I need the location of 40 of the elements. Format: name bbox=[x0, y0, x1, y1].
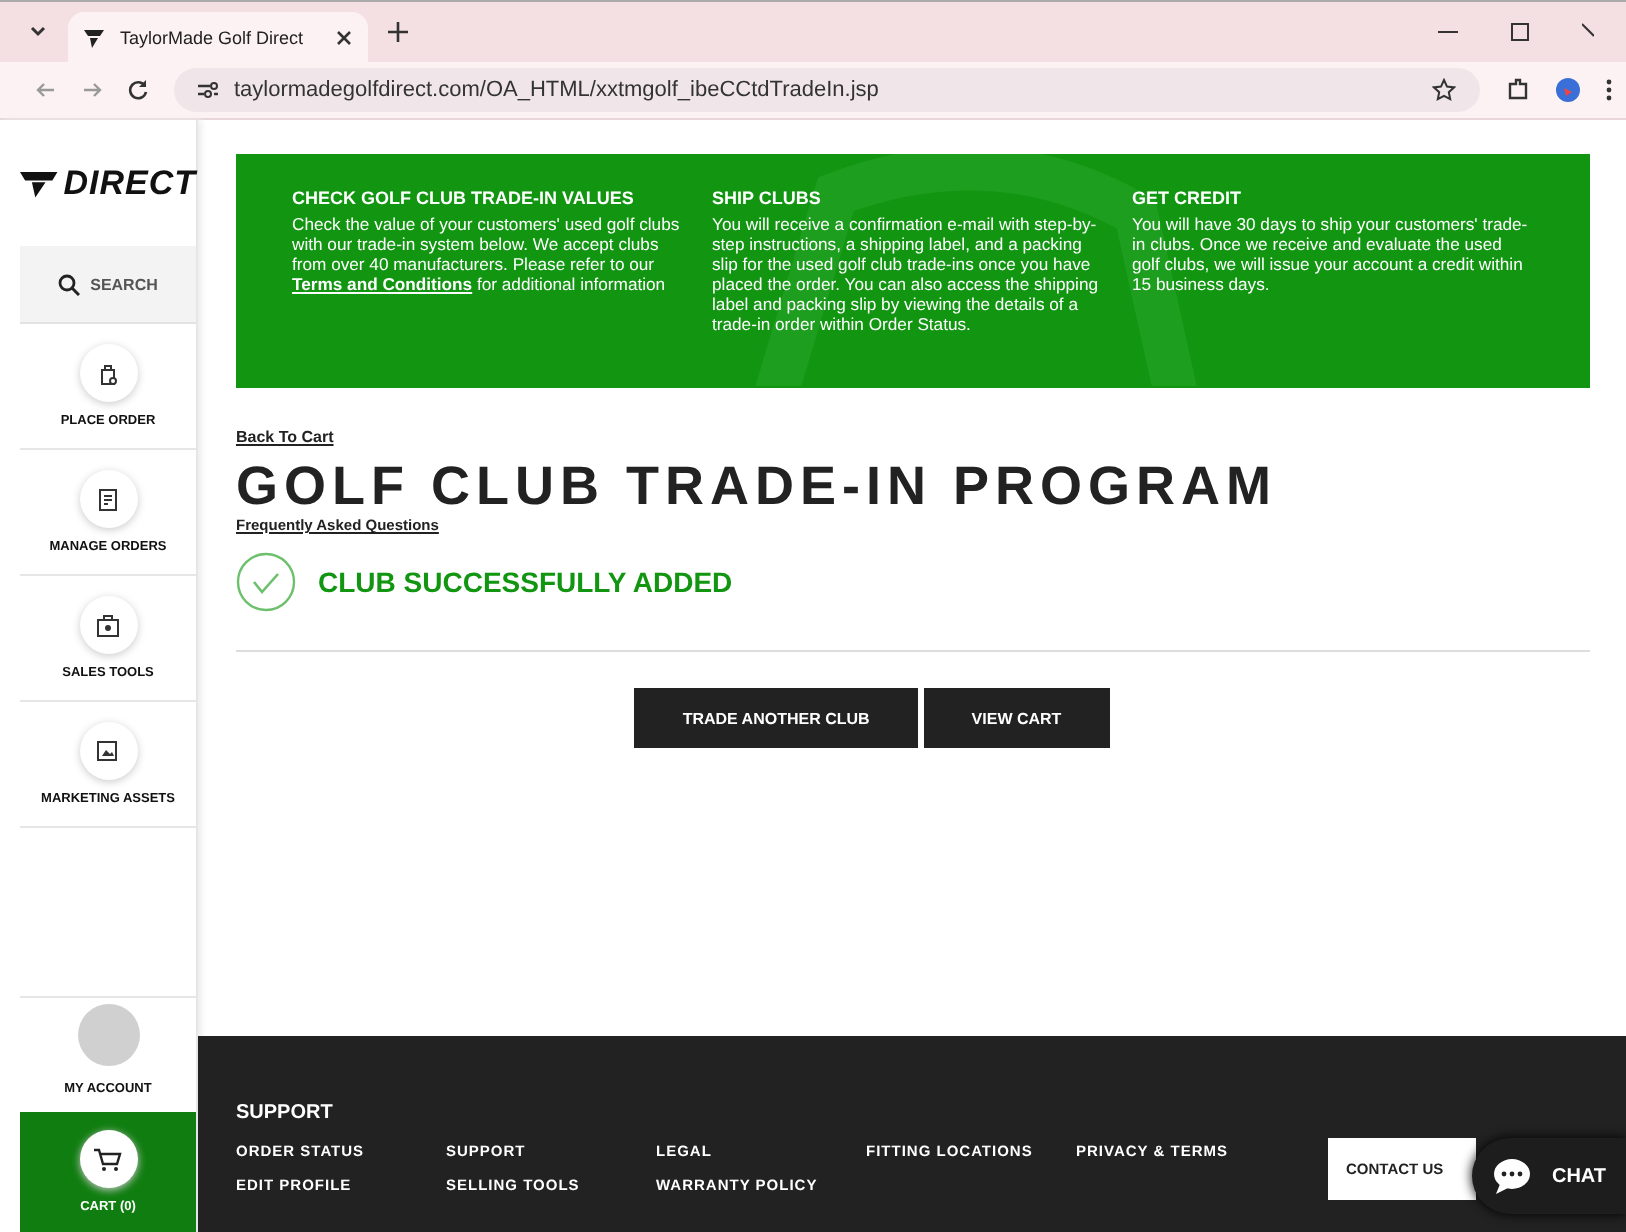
success-message: CLUB SUCCESSFULLY ADDED bbox=[318, 566, 733, 598]
search-icon bbox=[58, 273, 81, 295]
profile-icon[interactable] bbox=[1556, 78, 1580, 102]
site-settings-icon[interactable] bbox=[198, 80, 218, 100]
action-button[interactable]: VIEW CART bbox=[923, 688, 1110, 748]
banner-heading: CHECK GOLF CLUB TRADE-IN VALUES bbox=[292, 188, 636, 208]
url-text: taylormadegolfdirect.com/OA_HTML/xxtmgolf_ibeCCtdTradeIn.jsp bbox=[234, 78, 879, 102]
check-circle-icon bbox=[236, 552, 296, 612]
logo-text[interactable]: DIRECT bbox=[63, 163, 196, 203]
document-icon bbox=[96, 487, 120, 511]
back-link[interactable]: Back To Cart bbox=[236, 428, 334, 446]
banner-heading: SHIP CLUBS bbox=[712, 188, 823, 208]
reload-icon[interactable] bbox=[128, 80, 148, 100]
footer-heading: SUPPORT bbox=[236, 1102, 335, 1124]
banner-text: You will have 30 days to ship your customers' trade-in clubs. Once we receive and evaluate the used golf clubs, we will issue your account a credit within 15 business days. bbox=[1132, 214, 1530, 294]
bag-icon bbox=[96, 361, 120, 385]
chevron-down-icon[interactable] bbox=[28, 22, 48, 42]
banner-heading: GET CREDIT bbox=[1132, 188, 1244, 208]
banner-text: Check the value of your customers' used golf clubs with our trade-in system below. We accept clubs from over 40 manufacturers. Please refer to our Terms and Conditions for additional information bbox=[292, 214, 682, 294]
search-button[interactable]: SEARCH bbox=[20, 246, 196, 324]
plus-icon[interactable] bbox=[388, 22, 408, 42]
action-button[interactable]: TRADE ANOTHER CLUB bbox=[634, 688, 918, 748]
tab-title: TaylorMade Golf Direct bbox=[120, 27, 306, 47]
star-icon[interactable] bbox=[1432, 78, 1456, 102]
image-icon bbox=[96, 739, 120, 763]
avatar bbox=[77, 1004, 139, 1066]
page-title: GOLF CLUB TRADE-IN PROGRAM bbox=[236, 456, 1279, 516]
browser-tab[interactable]: TaylorMade Golf Direct bbox=[68, 11, 368, 63]
more-icon[interactable] bbox=[1606, 78, 1612, 102]
logo-icon bbox=[84, 27, 104, 47]
back-icon[interactable] bbox=[36, 80, 56, 100]
briefcase-icon bbox=[96, 613, 120, 637]
cart-icon bbox=[94, 1147, 122, 1171]
address-bar[interactable]: taylormadegolfdirect.com/OA_HTML/xxtmgolf_ibeCCtdTradeIn.jsp bbox=[174, 68, 1480, 112]
chat-button[interactable]: CHAT bbox=[1471, 1138, 1626, 1214]
forward-icon[interactable] bbox=[82, 80, 102, 100]
banner-text: You will receive a confirmation e-mail with step-by-step instructions, a shipping label, and a packing slip for the used golf club trade-ins once you have placed the order. You can also access the shipping label and packing slip by viewing the details of a trade-in order within Order Status. bbox=[712, 214, 1101, 334]
logo-icon[interactable] bbox=[20, 167, 58, 199]
chat-icon bbox=[1491, 1158, 1532, 1194]
maximize-icon[interactable] bbox=[1510, 22, 1530, 42]
